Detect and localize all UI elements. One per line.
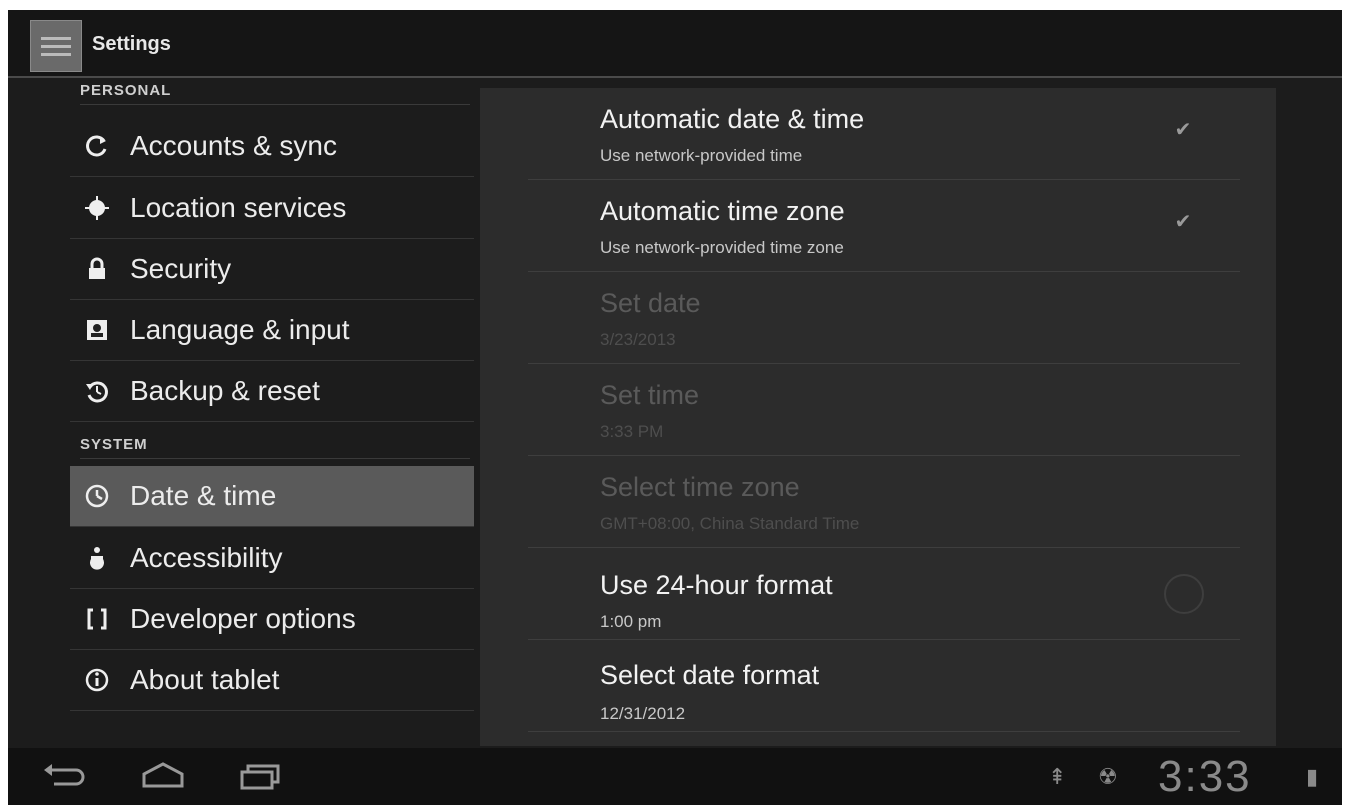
info-icon	[82, 665, 112, 695]
sidebar-item-security[interactable]: Security	[70, 239, 474, 300]
sidebar-item-location-services[interactable]: Location services	[70, 178, 474, 239]
developer-icon	[82, 604, 112, 634]
pref-title: Set time	[600, 380, 700, 410]
pref-select-time-zone: Select time zone GMT+08:00, China Standa…	[528, 456, 1240, 548]
usb-icon: ⇞	[1048, 764, 1067, 789]
checkmark-icon[interactable]: ✔	[1168, 206, 1198, 236]
home-button[interactable]	[138, 758, 198, 798]
date-time-panel: Automatic date & time Use network-provid…	[480, 88, 1276, 746]
pref-title: Automatic time zone	[600, 196, 845, 226]
pref-title: Automatic date & time	[600, 104, 865, 134]
pref-automatic-date-time[interactable]: Automatic date & time Use network-provid…	[528, 88, 1240, 180]
sidebar-item-label: Date & time	[130, 480, 277, 511]
sidebar-item-label: About tablet	[130, 664, 280, 695]
checkmark-icon[interactable]: ✔	[1168, 114, 1198, 144]
section-header-personal: PERSONAL	[80, 78, 470, 105]
lock-icon	[82, 254, 112, 284]
recent-apps-button[interactable]	[236, 758, 296, 798]
sidebar-item-label: Accessibility	[130, 542, 283, 573]
sidebar-item-label: Location services	[130, 192, 347, 223]
pref-automatic-time-zone[interactable]: Automatic time zone Use network-provided…	[528, 180, 1240, 272]
location-icon	[82, 193, 112, 223]
recent-apps-icon	[240, 764, 280, 790]
battery-icon: ▮	[1306, 764, 1319, 789]
sidebar-item-language-input[interactable]: Language & input	[70, 300, 474, 361]
app-title: Settings	[92, 33, 171, 55]
android-debug-icon: ☢	[1098, 764, 1118, 789]
sidebar-item-label: Security	[130, 253, 232, 284]
sidebar-item-accessibility[interactable]: Accessibility	[70, 528, 474, 589]
pref-set-date: Set date 3/23/2013	[528, 272, 1240, 364]
section-header-system: SYSTEM	[80, 432, 470, 459]
pref-title: Select date format	[600, 660, 820, 690]
pref-summary: 12/31/2012	[600, 704, 686, 723]
sidebar-item-about-tablet[interactable]: About tablet	[70, 650, 474, 711]
pref-select-date-format[interactable]: Select date format 12/31/2012	[528, 640, 1240, 732]
pref-title: Set date	[600, 288, 701, 318]
sidebar-item-label: Backup & reset	[130, 375, 320, 406]
pref-use-24-hour-format[interactable]: Use 24-hour format 1:00 pm	[528, 548, 1240, 640]
home-icon	[142, 762, 184, 788]
pref-summary: Use network-provided time	[600, 146, 803, 165]
accessibility-icon	[82, 543, 112, 573]
pref-set-time: Set time 3:33 PM	[528, 364, 1240, 456]
pref-summary: 3:33 PM	[600, 422, 664, 441]
settings-app-icon[interactable]	[30, 20, 82, 72]
settings-screen: Settings PERSONAL Accounts & sync Locati…	[8, 10, 1342, 805]
backup-icon	[82, 376, 112, 406]
system-navigation-bar: ⇞ ☢ 3:33 ▮	[8, 748, 1342, 805]
action-bar: Settings	[8, 10, 1342, 78]
pref-summary: 1:00 pm	[600, 612, 662, 631]
pref-summary: GMT+08:00, China Standard Time	[600, 514, 860, 533]
sidebar-item-accounts-sync[interactable]: Accounts & sync	[70, 116, 474, 177]
language-icon	[82, 315, 112, 345]
pref-title: Use 24-hour format	[600, 570, 833, 600]
sync-icon	[82, 131, 112, 161]
status-clock[interactable]: 3:33	[1158, 752, 1252, 802]
sidebar-item-date-time[interactable]: Date & time	[70, 466, 474, 527]
sidebar-item-label: Accounts & sync	[130, 130, 337, 161]
pref-summary: 3/23/2013	[600, 330, 676, 349]
clock-icon	[82, 481, 112, 511]
back-icon	[44, 764, 85, 786]
settings-nav-list: PERSONAL Accounts & sync Location servic…	[8, 78, 480, 718]
checkbox-unchecked[interactable]	[1164, 574, 1204, 614]
sidebar-item-backup-reset[interactable]: Backup & reset	[70, 361, 474, 422]
sidebar-item-label: Developer options	[130, 603, 356, 634]
pref-summary: Use network-provided time zone	[600, 238, 844, 257]
sidebar-item-label: Language & input	[130, 314, 350, 345]
back-button[interactable]	[38, 758, 98, 798]
pref-title: Select time zone	[600, 472, 800, 502]
sidebar-item-developer-options[interactable]: Developer options	[70, 589, 474, 650]
